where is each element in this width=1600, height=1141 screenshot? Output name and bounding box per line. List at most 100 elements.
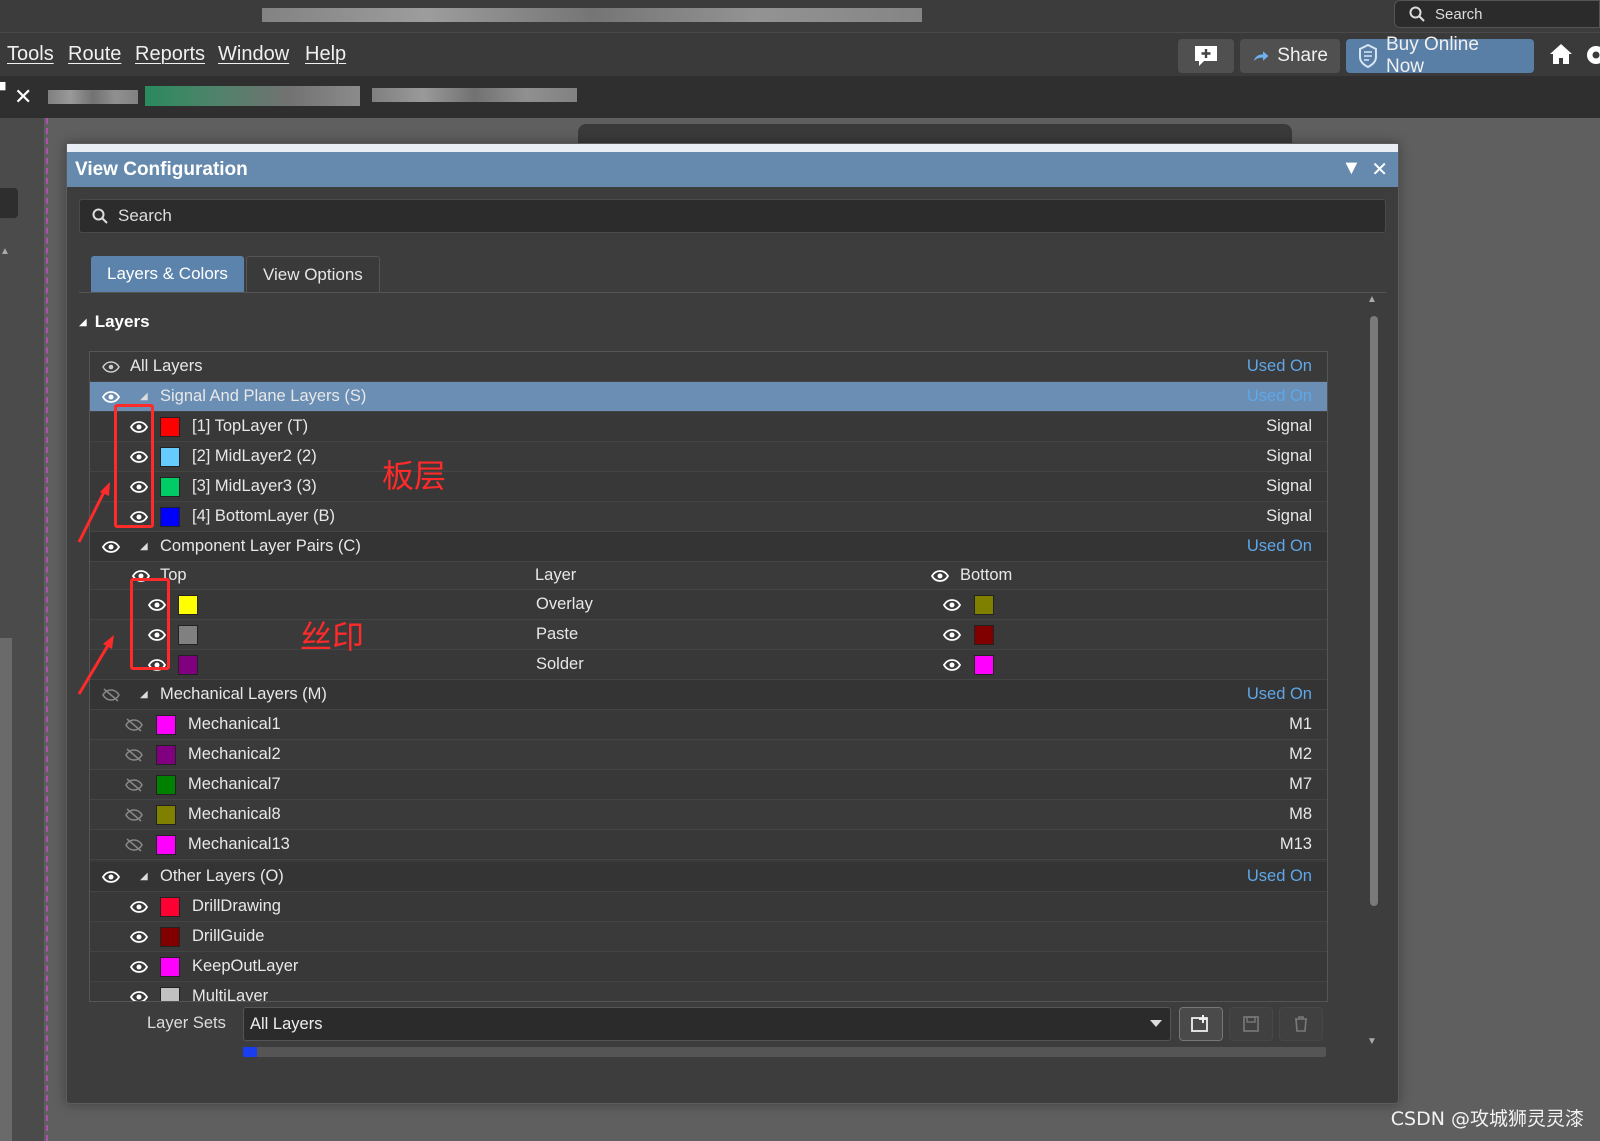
eye-icon[interactable]: [130, 990, 148, 1001]
collapse-triangle-icon[interactable]: ◢: [140, 871, 148, 882]
other-group-row[interactable]: ◢ Other Layers (O) Used On: [90, 862, 1327, 892]
menu-help[interactable]: Help: [305, 43, 346, 66]
layer-color-swatch[interactable]: [160, 986, 180, 1001]
top-color-swatch[interactable]: [178, 624, 198, 645]
collapse-triangle-icon[interactable]: ◢: [140, 541, 148, 552]
layer-color-swatch[interactable]: [160, 416, 180, 437]
eye-hidden-icon[interactable]: [125, 717, 143, 732]
layer-color-swatch[interactable]: [160, 446, 180, 467]
signal-group-row[interactable]: ◢ Signal And Plane Layers (S) Used On: [90, 382, 1327, 412]
mechanical-group-row[interactable]: ◢ Mechanical Layers (M) Used On: [90, 680, 1327, 710]
layer-row-drilldrawing[interactable]: DrillDrawing: [90, 892, 1327, 922]
left-panel-control[interactable]: [0, 188, 18, 218]
tab-view-options[interactable]: View Options: [245, 256, 380, 292]
bottom-color-swatch[interactable]: [974, 624, 994, 645]
layer-row-mechanical8[interactable]: Mechanical8 M8: [90, 800, 1327, 830]
bottom-color-swatch[interactable]: [974, 654, 994, 675]
layer-row-drillguide[interactable]: DrillGuide: [90, 922, 1327, 952]
layer-row-midlayer2[interactable]: [2] MidLayer2 (2) Signal: [90, 442, 1327, 472]
component-pair-paste[interactable]: Paste: [90, 620, 1327, 650]
eye-icon[interactable]: [943, 628, 961, 641]
eye-icon[interactable]: [943, 658, 961, 671]
collapse-triangle-icon[interactable]: ◢: [140, 689, 148, 700]
add-layer-set-button[interactable]: [1179, 1007, 1223, 1041]
scroll-up-icon[interactable]: ▲: [1367, 294, 1377, 305]
panel-search-input[interactable]: Search: [79, 199, 1386, 233]
used-on-link[interactable]: Used On: [1247, 357, 1312, 376]
layer-color-swatch[interactable]: [160, 956, 180, 977]
settings-button[interactable]: [1584, 43, 1600, 72]
layer-row-mechanical2[interactable]: Mechanical2 M2: [90, 740, 1327, 770]
share-button[interactable]: Share: [1240, 39, 1340, 73]
global-search-input[interactable]: Search: [1394, 0, 1600, 28]
menu-tools[interactable]: Tools: [7, 43, 54, 66]
new-comment-button[interactable]: [1178, 39, 1234, 73]
bottom-color-swatch[interactable]: [974, 594, 994, 615]
buy-online-button[interactable]: Buy Online Now: [1346, 34, 1534, 77]
panel-header[interactable]: View Configuration ▼ ✕: [67, 144, 1398, 187]
layer-row-toplayer[interactable]: [1] TopLayer (T) Signal: [90, 412, 1327, 442]
layer-row-mechanical7[interactable]: Mechanical7 M7: [90, 770, 1327, 800]
blurred-doc-tab[interactable]: [48, 90, 138, 104]
blurred-doc-tab[interactable]: [372, 88, 577, 102]
eye-hidden-icon[interactable]: [125, 837, 143, 852]
all-layers-row[interactable]: All Layers Used On: [90, 352, 1327, 382]
eye-icon[interactable]: [130, 900, 148, 913]
layer-color-swatch[interactable]: [160, 926, 180, 947]
home-button[interactable]: [1548, 41, 1574, 72]
used-on-link[interactable]: Used On: [1247, 685, 1312, 704]
component-pair-solder[interactable]: Solder: [90, 650, 1327, 680]
layer-color-swatch[interactable]: [160, 476, 180, 497]
component-group-row[interactable]: ◢ Component Layer Pairs (C) Used On: [90, 532, 1327, 562]
layer-color-swatch[interactable]: [156, 774, 176, 795]
eye-icon[interactable]: [931, 569, 949, 582]
menu-reports[interactable]: Reports: [135, 43, 205, 66]
layer-sets-select[interactable]: All Layers: [243, 1007, 1171, 1041]
layer-row-mechanical1[interactable]: Mechanical1 M1: [90, 710, 1327, 740]
panel-close-button[interactable]: ✕: [1371, 157, 1388, 182]
scroll-up-icon[interactable]: ▲: [0, 246, 10, 257]
collapse-triangle-icon[interactable]: ◢: [140, 391, 148, 402]
top-color-swatch[interactable]: [178, 594, 198, 615]
layer-row-multilayer[interactable]: MultiLayer: [90, 982, 1327, 1001]
layer-label: KeepOutLayer: [192, 957, 299, 975]
delete-layer-set-button[interactable]: [1279, 1007, 1323, 1041]
eye-hidden-icon[interactable]: [125, 777, 143, 792]
layer-row-midlayer3[interactable]: [3] MidLayer3 (3) Signal: [90, 472, 1327, 502]
layer-color-swatch[interactable]: [156, 804, 176, 825]
menu-route[interactable]: Route: [68, 43, 121, 66]
save-layer-set-button[interactable]: [1229, 1007, 1273, 1041]
tab-layers-colors[interactable]: Layers & Colors: [91, 256, 244, 292]
layer-label: DrillDrawing: [192, 897, 281, 915]
eye-icon[interactable]: [102, 360, 120, 373]
layer-color-swatch[interactable]: [156, 834, 176, 855]
scroll-down-icon[interactable]: ▼: [1367, 1036, 1377, 1047]
eye-icon[interactable]: [943, 598, 961, 611]
used-on-link[interactable]: Used On: [1247, 537, 1312, 556]
layer-color-swatch[interactable]: [156, 744, 176, 765]
top-color-swatch[interactable]: [178, 654, 198, 675]
layers-section-header[interactable]: ◢ Layers: [79, 312, 150, 332]
eye-icon[interactable]: [130, 960, 148, 973]
layer-color-swatch[interactable]: [160, 506, 180, 527]
eye-hidden-icon[interactable]: [125, 807, 143, 822]
eye-icon[interactable]: [130, 930, 148, 943]
pin-icon[interactable]: ▘: [0, 82, 11, 99]
eye-hidden-icon[interactable]: [125, 747, 143, 762]
eye-icon[interactable]: [102, 870, 120, 883]
component-pair-overlay[interactable]: Overlay: [90, 590, 1327, 620]
layer-row-keepoutlayer[interactable]: KeepOutLayer: [90, 952, 1327, 982]
layer-color-swatch[interactable]: [156, 714, 176, 735]
close-icon[interactable]: ✕: [14, 84, 32, 110]
layer-color-swatch[interactable]: [160, 896, 180, 917]
used-on-link[interactable]: Used On: [1247, 867, 1312, 886]
menu-window[interactable]: Window: [218, 43, 289, 66]
blurred-doc-tab-active[interactable]: [145, 86, 360, 106]
used-on-link[interactable]: Used On: [1247, 387, 1312, 406]
layer-row-bottomlayer[interactable]: [4] BottomLayer (B) Signal: [90, 502, 1327, 532]
layer-row-mechanical13[interactable]: Mechanical13 M13: [90, 830, 1327, 860]
left-panel-scrollbar[interactable]: [0, 638, 12, 1141]
panel-scrollbar-thumb[interactable]: [1370, 316, 1378, 906]
eye-icon[interactable]: [102, 390, 120, 403]
panel-menu-button[interactable]: ▼: [1341, 157, 1361, 182]
